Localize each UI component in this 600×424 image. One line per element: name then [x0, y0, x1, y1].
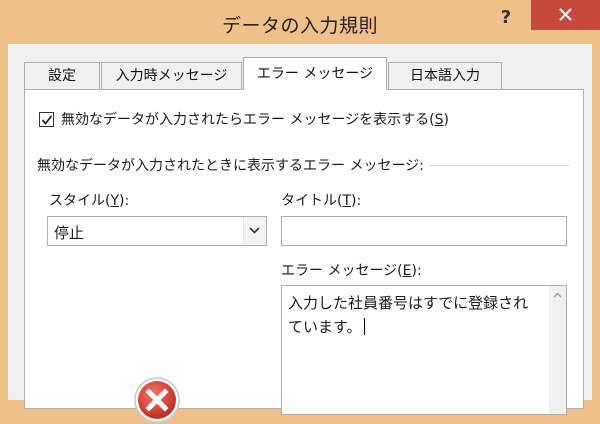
close-button[interactable]: [531, 0, 600, 30]
help-button[interactable]: ?: [484, 0, 528, 36]
style-label: スタイル(Y):: [49, 193, 130, 209]
section-label: 無効なデータが入力されたときに表示するエラー メッセージ:: [37, 158, 424, 174]
title-input[interactable]: [281, 216, 567, 246]
tab-strip: 設定 入力時メッセージ エラー メッセージ 日本語入力: [24, 57, 584, 90]
error-message-text: 入力した社員番号はすでに登録されています。: [288, 294, 529, 336]
scroll-up-icon: [553, 292, 562, 298]
error-message-textarea[interactable]: 入力した社員番号はすでに登録されています。: [281, 285, 567, 415]
textarea-scrollbar[interactable]: [549, 286, 566, 414]
chevron-down-icon: [249, 227, 260, 234]
show-error-checkbox[interactable]: [39, 112, 54, 127]
tab-error-message[interactable]: エラー メッセージ: [243, 57, 387, 90]
error-stop-icon: [134, 377, 180, 423]
text-caret: [363, 318, 365, 335]
show-error-label[interactable]: 無効なデータが入力されたらエラー メッセージを表示する(S): [61, 109, 449, 129]
error-message-label: エラー メッセージ(E):: [281, 263, 422, 279]
checkmark-icon: [41, 115, 53, 125]
error-message-panel: 無効なデータが入力されたらエラー メッセージを表示する(S) 無効なデータが入力…: [24, 89, 584, 423]
tab-japanese-input[interactable]: 日本語入力: [388, 62, 502, 89]
style-value: 停止: [54, 224, 85, 242]
title-bar: データの入力規則 ?: [0, 0, 600, 44]
tab-input-message[interactable]: 入力時メッセージ: [101, 62, 242, 89]
dialog-body: 設定 入力時メッセージ エラー メッセージ 日本語入力 無効なデータが入力された…: [8, 44, 592, 423]
title-label: タイトル(T):: [281, 193, 362, 209]
section-divider: [429, 165, 569, 166]
style-select[interactable]: 停止: [47, 216, 267, 246]
tab-settings[interactable]: 設定: [24, 62, 100, 89]
close-icon: [559, 8, 572, 21]
style-dropdown-button[interactable]: [243, 217, 266, 245]
